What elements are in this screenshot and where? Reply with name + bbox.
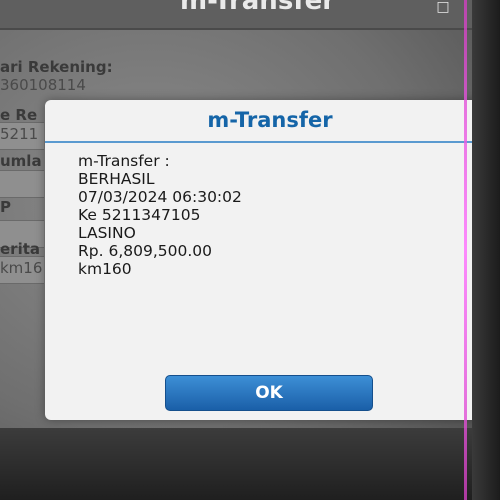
dialog-message: m-Transfer : BERHASIL 07/03/2024 06:30:0… (78, 152, 242, 278)
message-value: km16 (0, 259, 43, 277)
menu-icon[interactable]: □ (430, 0, 456, 14)
pin-label: P (0, 198, 11, 216)
app-header: m-Transfer □ (0, 0, 472, 30)
device-bezel-right (472, 0, 500, 500)
source-account-label: ari Rekening: (0, 58, 113, 76)
message-field[interactable]: km16 (0, 256, 44, 284)
message-line-amount: Rp. 6,809,500.00 (78, 242, 212, 260)
destination-account-value: 5211 (0, 125, 39, 143)
message-line-datetime: 07/03/2024 06:30:02 (78, 188, 242, 206)
device-bezel-bottom (0, 428, 500, 500)
dialog-title: m-Transfer (207, 108, 333, 132)
transfer-result-dialog: m-Transfer m-Transfer : BERHASIL 07/03/2… (45, 100, 495, 420)
screen-glare-line (464, 0, 467, 500)
dialog-divider (45, 141, 495, 143)
amount-label: umla (0, 152, 42, 170)
amount-field[interactable] (0, 170, 44, 198)
ok-button[interactable]: OK (165, 375, 373, 411)
message-line-destination: Ke 5211347105 (78, 206, 201, 224)
message-line-recipient: LASINO (78, 224, 136, 242)
destination-account-field[interactable]: 5211 (0, 122, 44, 150)
app-title: m-Transfer (180, 0, 336, 16)
phone-screen: m-Transfer □ ari Rekening: 360108114 e R… (0, 0, 500, 500)
message-line-note: km160 (78, 260, 132, 278)
source-account-value: 360108114 (0, 76, 86, 94)
message-line-status: BERHASIL (78, 170, 155, 188)
message-line-header: m-Transfer : (78, 152, 170, 170)
